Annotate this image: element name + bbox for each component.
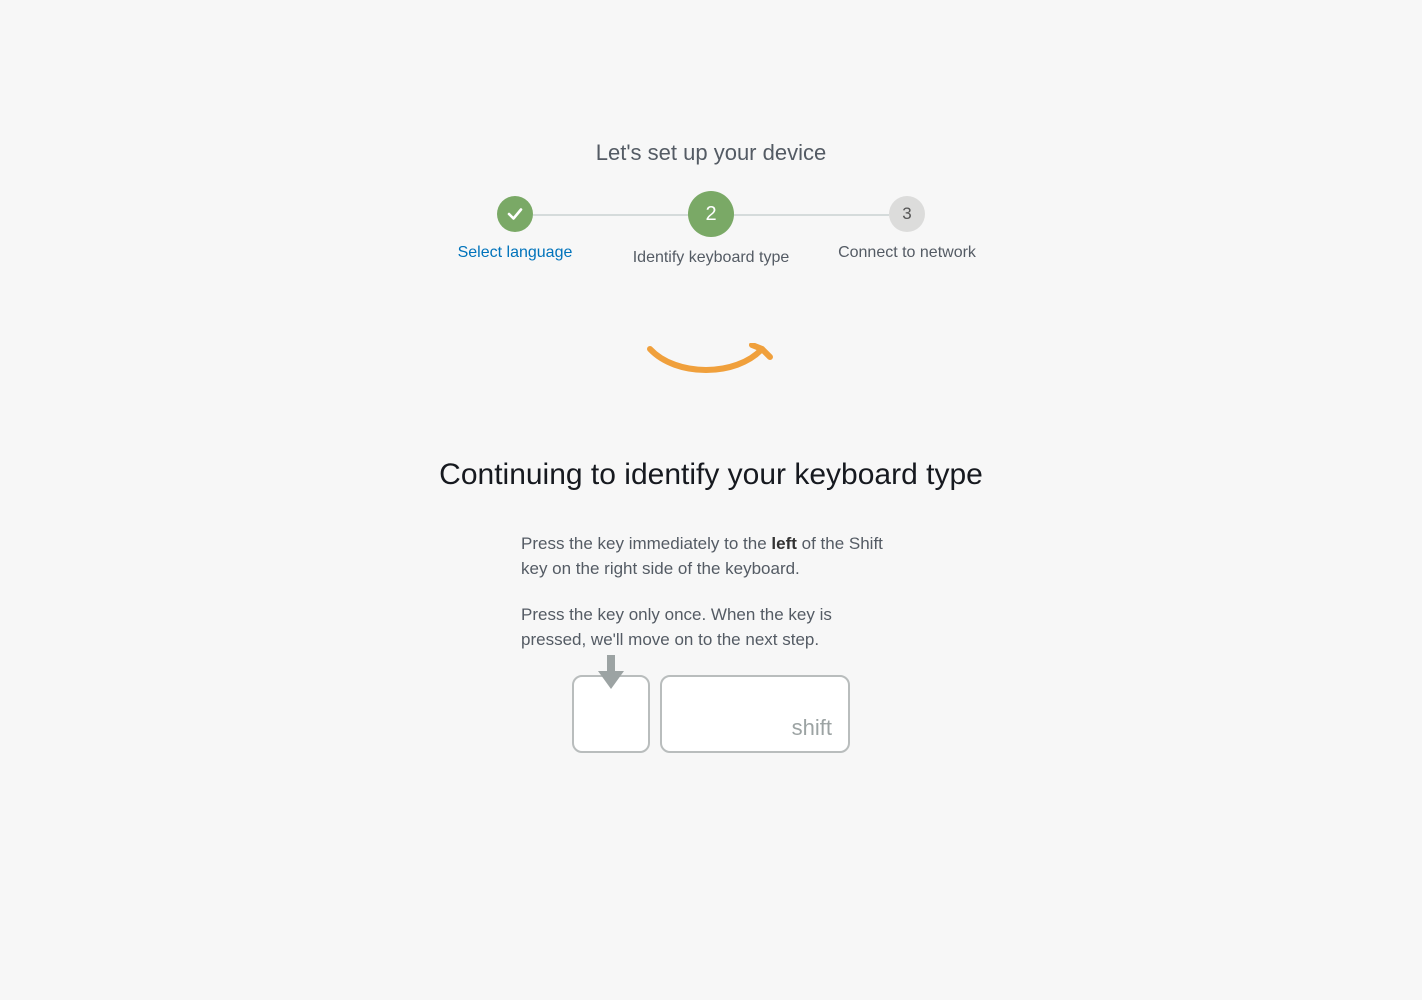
main-heading: Continuing to identify your keyboard typ… — [439, 458, 983, 492]
check-icon — [506, 205, 524, 223]
step-label: Identify keyboard type — [633, 249, 790, 267]
progress-stepper: Select language 2 Identify keyboard type… — [417, 196, 1005, 267]
shift-key-label: shift — [792, 715, 832, 741]
instruction-1: Press the key immediately to the left of… — [521, 532, 901, 581]
amazon-smile-logo — [646, 343, 776, 388]
step-label: Connect to network — [838, 244, 976, 262]
step-number: 2 — [705, 203, 716, 226]
text-bold: left — [771, 534, 797, 553]
instructions-block: Press the key immediately to the left of… — [521, 532, 901, 653]
connector-line — [533, 214, 693, 216]
step-label[interactable]: Select language — [458, 244, 573, 262]
step-select-language[interactable]: Select language — [417, 196, 613, 262]
step-number: 3 — [902, 204, 911, 224]
step-done-circle — [497, 196, 533, 232]
keyboard-illustration: shift — [572, 675, 850, 753]
connector-line — [729, 214, 889, 216]
page-title: Let's set up your device — [596, 140, 826, 166]
shift-key: shift — [660, 675, 850, 753]
text: Press the key immediately to the — [521, 534, 771, 553]
instruction-2: Press the key only once. When the key is… — [521, 603, 901, 652]
step-connect-network: 3 Connect to network — [809, 196, 1005, 262]
arrow-down-icon — [596, 655, 626, 696]
step-active-circle: 2 — [688, 191, 734, 237]
step-identify-keyboard: 2 Identify keyboard type — [613, 191, 809, 267]
step-future-circle: 3 — [889, 196, 925, 232]
smile-icon — [646, 343, 776, 383]
